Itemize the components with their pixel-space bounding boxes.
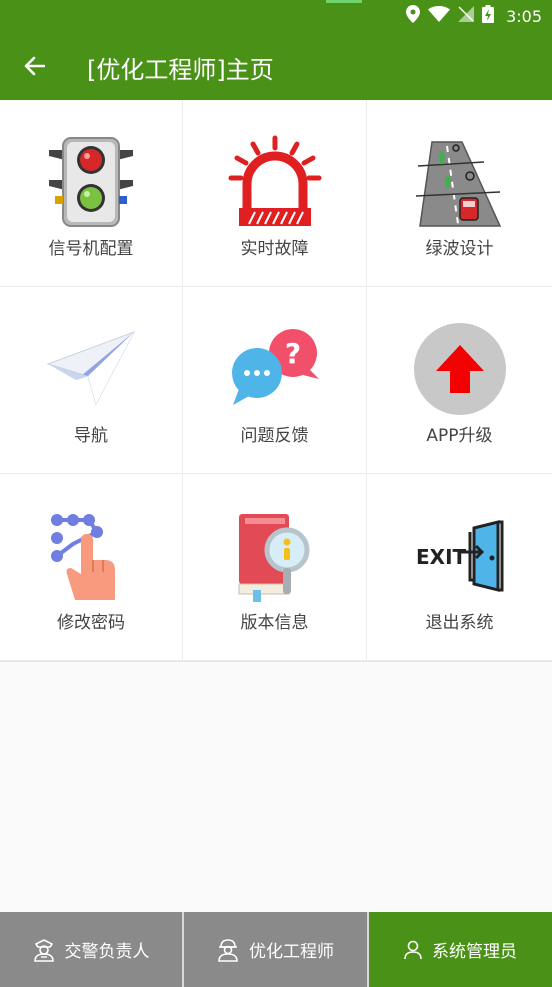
menu-item-app-upgrade[interactable]: APP升级 [367, 287, 552, 474]
nav-item-label: 交警负责人 [64, 942, 150, 962]
engineer-icon [218, 938, 238, 962]
arrow-left-icon [24, 56, 45, 76]
user-icon [404, 940, 422, 959]
nav-item-system-admin[interactable]: 系统管理员 [369, 912, 552, 987]
menu-item-navigation[interactable]: 导航 [0, 287, 183, 474]
nav-item-traffic-police[interactable]: 交警负责人 [0, 912, 182, 987]
nav-item-engineer[interactable]: 优化工程师 [184, 912, 367, 987]
menu-item-label: 退出系统 [425, 613, 494, 633]
green-wave-road-icon [410, 132, 510, 232]
upgrade-arrow-icon [410, 319, 510, 419]
exit-door-icon: EXIT [410, 506, 510, 606]
book-info-icon [225, 506, 325, 606]
menu-item-exit[interactable]: EXIT 退出系统 [367, 474, 552, 661]
menu-item-label: 实时故障 [240, 239, 309, 259]
pattern-lock-icon [41, 506, 141, 606]
police-officer-icon [33, 938, 54, 962]
nav-item-label: 系统管理员 [432, 942, 517, 962]
app-bar: [优化工程师]主页 [0, 32, 552, 100]
menu-item-label: 修改密码 [57, 613, 125, 633]
bottom-nav: 交警负责人 优化工程师 系统管理员 [0, 912, 552, 987]
alarm-siren-icon [225, 132, 325, 232]
menu-item-label: 导航 [74, 426, 108, 446]
location-icon [406, 5, 421, 27]
svg-text:?: ? [284, 337, 300, 370]
page-title: [优化工程师]主页 [87, 56, 274, 84]
battery-charging-icon [482, 5, 495, 27]
menu-grid: 信号机配置 实时故障 绿波设计 导航 ? 问题反馈 APP升级 修改密码 版本信… [0, 100, 552, 662]
menu-item-feedback[interactable]: ? 问题反馈 [183, 287, 367, 474]
wifi-icon [428, 6, 451, 26]
menu-item-signal-config[interactable]: 信号机配置 [0, 100, 183, 287]
svg-text:EXIT: EXIT [416, 545, 467, 569]
traffic-light-icon [41, 132, 141, 232]
menu-item-label: 绿波设计 [425, 239, 494, 259]
menu-item-label: APP升级 [426, 426, 493, 446]
menu-item-change-password[interactable]: 修改密码 [0, 474, 183, 661]
menu-item-label: 版本信息 [240, 613, 309, 633]
menu-item-realtime-fault[interactable]: 实时故障 [183, 100, 367, 287]
nav-item-label: 优化工程师 [249, 942, 334, 962]
paper-plane-icon [41, 319, 141, 419]
menu-item-version-info[interactable]: 版本信息 [183, 474, 367, 661]
menu-item-green-wave[interactable]: 绿波设计 [367, 100, 552, 287]
no-signal-icon [458, 6, 475, 26]
status-time: 3:05 [506, 6, 542, 26]
status-indicator [326, 0, 362, 3]
status-icons: 3:05 [406, 5, 542, 27]
status-bar: 3:05 [0, 0, 552, 32]
back-button[interactable] [14, 46, 54, 86]
chat-question-icon: ? [225, 319, 325, 419]
menu-item-label: 信号机配置 [48, 239, 134, 259]
menu-item-label: 问题反馈 [240, 426, 309, 446]
